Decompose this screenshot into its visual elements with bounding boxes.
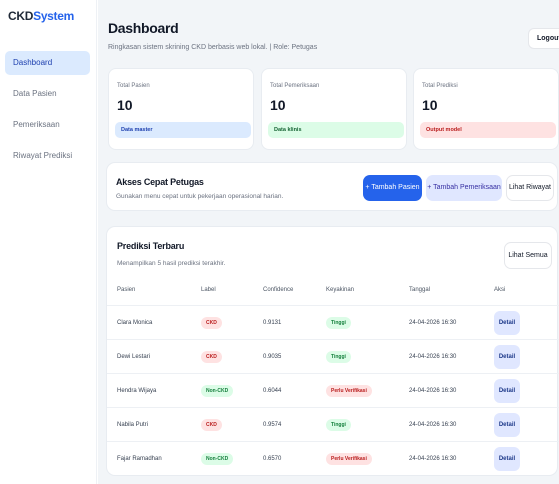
sidebar-item-riwayat-prediksi[interactable]: Riwayat Prediksi: [5, 144, 90, 168]
column-header-tanggal: Tanggal: [409, 287, 431, 293]
table-row: Dewi Lestari CKD 0.9035 Tinggi 24-04-202…: [107, 339, 559, 373]
certainty-badge: Tinggi: [326, 419, 351, 431]
certainty-badge: Tinggi: [326, 317, 351, 329]
confidence-value: 0.9035: [263, 354, 282, 360]
stat-card-total-prediksi: Total Prediksi 10 Output model: [413, 68, 559, 150]
column-header-keyakinan: Keyakinan: [326, 287, 355, 293]
date-value: 24-04-2026 16:30: [409, 422, 457, 428]
recent-predictions-title: Prediksi Terbaru: [117, 241, 185, 251]
stat-card-total-pemeriksaan: Total Pemeriksaan 10 Data klinis: [261, 68, 407, 150]
label-badge: CKD: [201, 351, 222, 363]
patient-name: Clara Monica: [117, 320, 153, 326]
quick-access-subtitle: Gunakan menu cepat untuk pekerjaan opera…: [116, 193, 284, 200]
table-row: Fajar Ramadhan Non-CKD 0.6570 Perlu Veri…: [107, 441, 559, 475]
sidebar-nav: Dashboard Data Pasien Pemeriksaan Riwaya…: [5, 51, 90, 175]
quick-access-title: Akses Cepat Petugas: [116, 177, 204, 187]
column-header-confidence: Confidence: [263, 287, 294, 293]
patient-name: Dewi Lestari: [117, 354, 151, 360]
table-row: Clara Monica CKD 0.9131 Tinggi 24-04-202…: [107, 305, 559, 339]
confidence-value: 0.9131: [263, 320, 282, 326]
label-badge: Non-CKD: [201, 385, 234, 397]
stat-label: Total Prediksi: [422, 83, 458, 89]
confidence-value: 0.9574: [263, 422, 282, 428]
column-header-aksi: Aksi: [494, 287, 506, 293]
sidebar-item-pemeriksaan[interactable]: Pemeriksaan: [5, 113, 90, 137]
view-history-button[interactable]: Lihat Riwayat: [506, 175, 554, 201]
label-badge: CKD: [201, 419, 222, 431]
confidence-value: 0.6570: [263, 456, 282, 462]
label-badge: Non-CKD: [201, 453, 234, 465]
patient-name: Nabila Putri: [117, 422, 149, 428]
page-subtitle: Ringkasan sistem skrining CKD berbasis w…: [108, 44, 318, 51]
stat-label: Total Pemeriksaan: [270, 83, 320, 89]
page-title: Dashboard: [108, 20, 179, 36]
date-value: 24-04-2026 16:30: [409, 388, 457, 394]
detail-button[interactable]: Detail: [494, 345, 520, 369]
date-value: 24-04-2026 16:30: [409, 354, 457, 360]
stat-label: Total Pasien: [117, 83, 150, 89]
patient-name: Hendra Wijaya: [117, 388, 157, 394]
detail-button[interactable]: Detail: [494, 379, 520, 403]
sidebar: CKDSystem Dashboard Data Pasien Pemeriks…: [0, 0, 97, 484]
patient-name: Fajar Ramadhan: [117, 456, 162, 462]
stat-badge: Output model: [420, 122, 556, 138]
quick-access-card: Akses Cepat Petugas Gunakan menu cepat u…: [106, 162, 558, 211]
view-all-button[interactable]: Lihat Semua: [504, 242, 552, 269]
certainty-badge: Tinggi: [326, 351, 351, 363]
main-content: Dashboard Ringkasan sistem skrining CKD …: [98, 0, 559, 484]
stat-value: 10: [270, 97, 286, 113]
detail-button[interactable]: Detail: [494, 413, 520, 437]
stat-badge: Data klinis: [268, 122, 404, 138]
sidebar-item-data-pasien[interactable]: Data Pasien: [5, 82, 90, 106]
add-patient-button[interactable]: + Tambah Pasien: [363, 175, 422, 201]
stat-value: 10: [117, 97, 133, 113]
table-row: Nabila Putri CKD 0.9574 Tinggi 24-04-202…: [107, 407, 559, 441]
certainty-badge: Perlu Verifikasi: [326, 385, 372, 397]
recent-predictions-card: Prediksi Terbaru Menampilkan 5 hasil pre…: [106, 226, 559, 476]
label-badge: CKD: [201, 317, 222, 329]
stat-badge: Data master: [115, 122, 251, 138]
brand-prefix: CKD: [8, 9, 34, 23]
sidebar-item-dashboard[interactable]: Dashboard: [5, 51, 90, 75]
column-header-label: Label: [201, 287, 216, 293]
brand-suffix: System: [33, 9, 75, 23]
logout-button[interactable]: Logout: [528, 28, 559, 49]
certainty-badge: Perlu Verifikasi: [326, 453, 372, 465]
stat-card-total-pasien: Total Pasien 10 Data master: [108, 68, 254, 150]
stat-value: 10: [422, 97, 438, 113]
detail-button[interactable]: Detail: [494, 447, 520, 471]
brand-logo[interactable]: CKDSystem: [8, 9, 74, 23]
date-value: 24-04-2026 16:30: [409, 320, 457, 326]
confidence-value: 0.6044: [263, 388, 282, 394]
detail-button[interactable]: Detail: [494, 311, 520, 335]
date-value: 24-04-2026 16:30: [409, 456, 457, 462]
column-header-pasien: Pasien: [117, 287, 136, 293]
recent-predictions-subtitle: Menampilkan 5 hasil prediksi terakhir.: [117, 260, 226, 267]
add-exam-button[interactable]: + Tambah Pemeriksaan: [426, 175, 502, 201]
table-row: Hendra Wijaya Non-CKD 0.6044 Perlu Verif…: [107, 373, 559, 407]
